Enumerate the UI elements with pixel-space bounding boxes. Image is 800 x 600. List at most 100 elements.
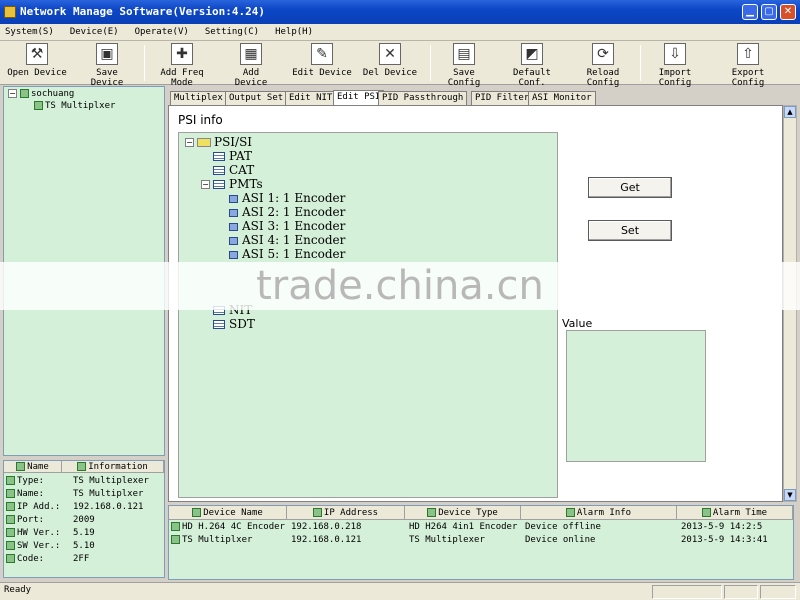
alarm-time-icon [701,508,711,517]
minimize-button[interactable]: ▁ [742,4,758,20]
psi-node-root[interactable]: − PSI/SI [185,135,252,149]
table-header-label: Device Type [438,508,498,518]
psi-node-pat[interactable]: PAT [213,149,252,163]
menu-system[interactable]: System(S) [0,24,59,41]
tab-edit-psi[interactable]: Edit PSI [333,90,385,105]
table-cell: TS Multiplxer [171,535,252,545]
tab-edit-nit[interactable]: Edit NIT [285,91,337,105]
info-row: IP Add.: 192.168.0.121 [6,502,143,512]
scroll-down-icon[interactable]: ▼ [784,489,796,501]
info-header-information[interactable]: Information [62,461,164,473]
status-panel [760,585,796,599]
close-button[interactable]: ✕ [780,4,796,20]
ip-address-icon [312,508,322,517]
table-icon [213,180,225,189]
device-icon [34,101,43,110]
save-device-button[interactable]: ▣ Save Device [78,43,136,88]
set-button[interactable]: Set [588,220,672,241]
menu-device[interactable]: Device(E) [65,24,124,41]
info-value: TS Multiplxer [73,489,144,499]
export-config-button[interactable]: ⇧ Export Config [714,43,782,88]
table-cell-text: TS Multiplexer [409,535,485,545]
maximize-button[interactable]: ▢ [761,4,777,20]
collapse-icon[interactable]: − [8,89,17,98]
info-row: SW Ver.: 5.10 [6,541,95,551]
info-header-information-label: Information [88,462,148,472]
toolbar-label: Import Config [658,68,692,88]
table-header-ip-address[interactable]: IP Address [287,506,405,520]
table-cell-text: HD H.264 4C Encoder [182,522,285,532]
psi-node-cat[interactable]: CAT [213,163,254,177]
psi-node-label: ASI 4: 1 Encoder [242,233,346,247]
toolbar-label: Export Config [731,68,765,88]
tree-root[interactable]: − sochuang [8,89,74,99]
table-header-label: Device Name [203,508,263,518]
psi-node-label: PAT [229,149,252,163]
open-device-button[interactable]: ⚒ Open Device [5,43,69,78]
value-box[interactable] [566,330,706,462]
default-conf-button[interactable]: ◩ Default Conf. [500,43,564,88]
add-device-button[interactable]: ▦ Add Device [224,43,278,88]
psi-node-encoder[interactable]: ASI 1: 1 Encoder [229,191,345,205]
psi-node-encoder[interactable]: ASI 5: 1 Encoder [229,247,345,261]
tab-asi-monitor[interactable]: ASI Monitor [528,91,596,105]
psi-node-encoder[interactable]: ASI 3: 1 Encoder [229,219,345,233]
info-value: 2009 [73,515,95,525]
collapse-icon[interactable]: − [185,138,194,147]
encoder-icon [229,236,238,245]
info-label: IP Add.: [17,502,61,512]
watermark: trade.china.cn [0,262,800,310]
edit-device-button[interactable]: ✎ Edit Device [290,43,354,78]
toolbar-separator [430,45,431,81]
encoder-icon [229,250,238,259]
value-label: Value [562,317,593,330]
save-config-icon: ▤ [453,43,475,65]
info-label: Code: [17,554,45,564]
psi-node-label: PMTs [229,177,263,191]
table-cell-text: Device online [525,535,596,545]
open-device-icon: ⚒ [26,43,48,65]
info-label: HW Ver.: [17,528,61,538]
add-freq-mode-button[interactable]: ✚ Add Freq Mode [148,43,216,88]
name-icon [6,489,15,498]
tab-multiplex[interactable]: Multiplex [170,91,227,105]
table-header-device-name[interactable]: Device Name [169,506,287,520]
psi-node-encoder[interactable]: ASI 4: 1 Encoder [229,233,345,247]
table-header-alarm-info[interactable]: Alarm Info [521,506,677,520]
tab-output-set[interactable]: Output Set [225,91,288,105]
import-config-button[interactable]: ⇩ Import Config [644,43,706,88]
table-cell: HD H.264 4C Encoder [171,522,285,532]
info-value: TS Multiplexer [73,476,149,486]
table-header-device-type[interactable]: Device Type [405,506,521,520]
save-config-button[interactable]: ▤ Save Config [436,43,492,88]
get-button[interactable]: Get [588,177,672,198]
table-cell-text: 192.168.0.121 [291,535,362,545]
encoder-icon [229,208,238,217]
table-cell: 2013-5-9 14:3:41 [681,535,768,545]
table-row[interactable]: TS Multiplxer 192.168.0.121 TS Multiplexer… [169,535,793,548]
menu-setting[interactable]: Setting(C) [200,24,264,41]
scroll-up-icon[interactable]: ▲ [784,106,796,118]
delete-device-icon: ✕ [379,43,401,65]
port-icon [6,515,15,524]
reload-config-button[interactable]: ⟳ Reload Config [570,43,636,88]
collapse-icon[interactable]: − [201,180,210,189]
menu-operate[interactable]: Operate(V) [130,24,194,41]
menu-help[interactable]: Help(H) [270,24,318,41]
default-config-icon: ◩ [521,43,543,65]
info-header-name[interactable]: Name [4,461,62,473]
toolbar-label: Save Device [90,68,124,88]
psi-node-encoder[interactable]: ASI 2: 1 Encoder [229,205,345,219]
table-header-alarm-time[interactable]: Alarm Time [677,506,793,520]
table-header-label: IP Address [323,508,379,518]
table-icon [213,166,225,175]
psi-node-sdt[interactable]: SDT [213,317,255,331]
psi-node-pmts[interactable]: − PMTs [201,177,263,191]
table-row[interactable]: HD H.264 4C Encoder 192.168.0.218 HD H264 … [169,522,793,535]
psi-tree[interactable]: − PSI/SI PAT CAT − PMTs ASI 1: 1 Encoder ASI 2:… [178,132,558,498]
tab-pid-passthrough[interactable]: PID Passthrough [378,91,468,105]
tree-item-ts-multiplexer[interactable]: TS Multiplxer [34,101,115,111]
add-device-icon: ▦ [240,43,262,65]
tab-pid-filter[interactable]: PID Filter [471,91,534,105]
del-device-button[interactable]: ✕ Del Device [362,43,418,78]
